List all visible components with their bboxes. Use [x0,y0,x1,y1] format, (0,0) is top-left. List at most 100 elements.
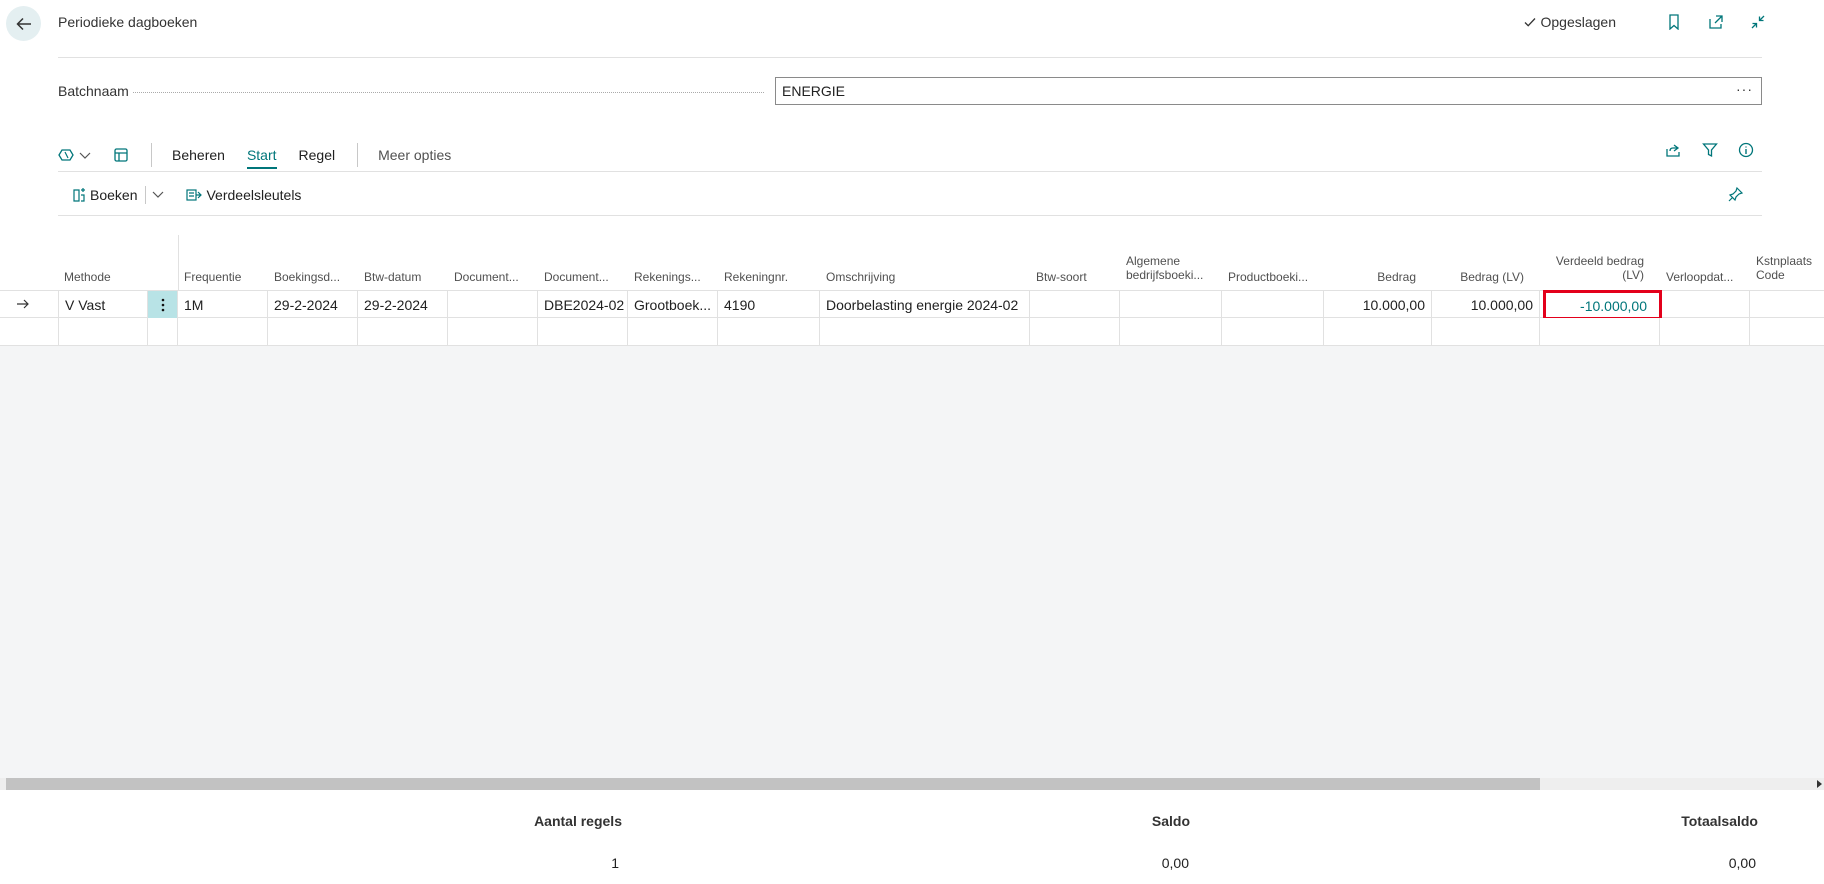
cell-empty[interactable] [628,318,718,345]
post-label: Boeken [90,187,138,203]
cell-bedrag[interactable]: 10.000,00 [1324,291,1432,318]
action-bar: Beheren Start Regel Meer opties [58,138,1762,172]
column-header-rekeningsoort[interactable]: Rekenings... [634,270,718,284]
info-icon [1738,142,1754,158]
cell-empty[interactable] [58,318,148,345]
action-bar-separator [357,143,359,167]
row-actions-button[interactable] [148,291,178,318]
scroll-right-button[interactable] [1814,778,1824,790]
cell-rekeningsoort[interactable]: Grootboek... [628,291,718,318]
column-header-document-nr[interactable]: Document... [544,270,628,284]
batch-name-field[interactable]: ENERGIE ··· [775,77,1762,105]
column-header-alg-bedrijfsboekingsgroep[interactable]: Algemene bedrijfsboeki... [1126,254,1214,284]
layout-button[interactable] [113,147,129,163]
cell-empty[interactable] [1432,318,1540,345]
cell-kostenplaats[interactable] [1750,291,1824,318]
batch-lookup-button[interactable]: ··· [1736,81,1753,97]
column-header-bedrag-lv[interactable]: Bedrag (LV) [1434,270,1524,284]
collapse-button[interactable] [1748,12,1768,32]
cell-empty[interactable] [538,318,628,345]
cell-empty[interactable] [1324,318,1432,345]
cell-rekeningnr[interactable]: 4190 [718,291,820,318]
column-divider [178,235,179,290]
cell-empty[interactable] [178,318,268,345]
column-header-btw-datum[interactable]: Btw-datum [364,270,444,284]
verdeeld-bedrag-lv-value: -10.000,00 [1580,298,1647,314]
column-header-methode[interactable]: Methode [64,270,144,284]
horizontal-scrollbar[interactable] [0,778,1824,790]
cell-verloopdatum[interactable] [1660,291,1750,318]
tab-regel[interactable]: Regel [299,147,336,163]
cell-boekingsdatum[interactable]: 29-2-2024 [268,291,358,318]
allocations-button[interactable]: Verdeelsleutels [186,187,301,203]
column-header-btw-soort[interactable]: Btw-soort [1036,270,1120,284]
grid-header: Methode Frequentie Boekingsd... Btw-datu… [0,232,1824,290]
column-header-bedrag[interactable]: Bedrag [1326,270,1416,284]
line-count-value: 1 [611,855,619,871]
share-button[interactable] [1665,142,1682,163]
cell-alg-bedrijfsboekingsgroep[interactable] [1120,291,1222,318]
post-button[interactable]: Boeken [72,187,137,203]
table-row-empty[interactable] [0,318,1824,346]
total-balance-value: 0,00 [1728,855,1756,871]
balance-label: Saldo [1151,813,1190,829]
cell-empty[interactable] [718,318,820,345]
collapse-icon [1751,15,1765,29]
column-header-rekeningnr[interactable]: Rekeningnr. [724,270,814,284]
promoted-actions-bar: Boeken Verdeelsleutels [58,180,1762,210]
column-header-verdeeld-bedrag-lv[interactable]: Verdeeld bedrag (LV) [1546,254,1644,284]
more-options-button[interactable]: Meer opties [378,147,451,163]
cell-methode[interactable]: V Vast [58,291,148,318]
current-row-indicator [16,297,30,316]
arrow-left-icon [15,17,31,30]
copilot-menu-button[interactable] [58,147,91,163]
column-header-frequentie[interactable]: Frequentie [184,270,264,284]
cell-bedrag-lv[interactable]: 10.000,00 [1432,291,1540,318]
cell-empty[interactable] [268,318,358,345]
header-actions: Opgeslagen [1523,12,1768,32]
info-button[interactable] [1738,142,1754,163]
field-leader-dots [130,92,764,93]
cell-omschrijving[interactable]: Doorbelasting energie 2024-02 [820,291,1030,318]
tab-start[interactable]: Start [246,147,277,169]
saved-label: Opgeslagen [1540,14,1616,30]
share-icon [1666,144,1680,157]
allocations-label: Verdeelsleutels [206,187,302,203]
filter-button[interactable] [1702,142,1718,163]
highlighted-cell-verdeeld-bedrag-lv[interactable]: -10.000,00 [1543,290,1662,320]
cell-frequentie[interactable]: 1M [178,291,268,318]
total-balance-label: Totaalsaldo [1681,813,1758,829]
cell-empty[interactable] [1750,318,1824,345]
cell-btw-soort[interactable] [1030,291,1120,318]
tab-beheren[interactable]: Beheren [172,147,225,163]
cell-empty[interactable] [448,318,538,345]
bookmark-button[interactable] [1664,12,1684,32]
cell-empty[interactable] [358,318,448,345]
column-header-document-type[interactable]: Document... [454,270,538,284]
cell-empty[interactable] [1222,318,1324,345]
batch-name-label: Batchnaam [58,83,133,99]
chevron-down-icon [79,152,91,159]
bookmark-icon [1669,14,1679,30]
column-header-verloopdatum[interactable]: Verloopdat... [1666,270,1742,284]
cell-empty[interactable] [1120,318,1222,345]
pin-button[interactable] [1728,186,1744,207]
cell-empty[interactable] [820,318,1030,345]
back-button[interactable] [6,6,41,41]
action-bar-right [1665,142,1754,163]
column-header-kostenplaats-code[interactable]: Kstnplaats Code [1756,254,1822,284]
column-header-boekingsdatum[interactable]: Boekingsd... [274,270,354,284]
cell-productboekingsgroep[interactable] [1222,291,1324,318]
column-header-omschrijving[interactable]: Omschrijving [826,270,1026,284]
cell-btw-datum[interactable]: 29-2-2024 [358,291,448,318]
cell-empty[interactable] [1030,318,1120,345]
cell-empty[interactable] [1540,318,1660,345]
scrollbar-thumb[interactable] [6,778,1540,790]
cell-document-type[interactable] [448,291,538,318]
column-header-productboekingsgroep[interactable]: Productboeki... [1228,270,1320,284]
cell-empty[interactable] [1660,318,1750,345]
post-menu-button[interactable] [152,186,164,204]
cell-document-nr[interactable]: DBE2024-02 [538,291,628,318]
open-new-window-button[interactable] [1706,12,1726,32]
batch-name-value: ENERGIE [782,83,846,99]
